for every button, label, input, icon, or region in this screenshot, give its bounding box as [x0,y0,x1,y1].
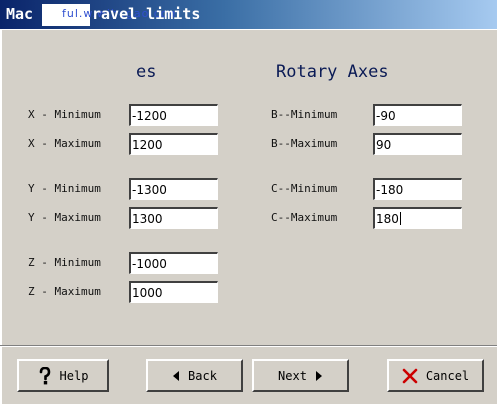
y-maximum-field[interactable]: 1300 [129,207,218,229]
y-minimum-label: Y - Minimum [28,182,101,195]
cancel-button[interactable]: Cancel [387,359,484,392]
x-minimum-field[interactable]: -1200 [129,104,218,126]
c-maximum-label: C--Maximum [271,211,338,224]
z-minimum-label: Z - Minimum [28,256,101,269]
next-button[interactable]: Next [252,359,349,392]
b-minimum-label: B--Minimum [271,108,338,121]
triangle-right-icon [315,370,323,381]
x-maximum-field[interactable]: 1200 [129,133,218,155]
cancel-button-label: Cancel [425,368,470,383]
b-maximum-field[interactable]: 90 [373,133,462,155]
help-button[interactable]: Help [17,359,109,392]
window-title-start: Mac [6,5,34,23]
window-title-end: ravel limits [92,5,201,23]
help-button-label: Help [59,368,89,383]
x-minimum-label: X - Minimum [28,108,101,121]
b-minimum-field[interactable]: -90 [373,104,462,126]
c-minimum-field[interactable]: -180 [373,178,462,200]
x-icon [402,368,418,384]
question-mark-icon [38,366,52,385]
next-button-label: Next [278,368,307,383]
z-maximum-label: Z - Maximum [28,285,101,298]
z-maximum-field[interactable]: 1000 [129,281,218,303]
x-maximum-label: X - Maximum [28,137,101,150]
button-separator-highlight [0,346,497,347]
title-bar[interactable]: Mac ful.w.wjhcgao.com ravel limits [0,0,497,29]
rotary-axes-heading: Rotary Axes [276,62,389,82]
back-button-label: Back [188,368,217,383]
b-maximum-label: B--Maximum [271,137,338,150]
back-button[interactable]: Back [146,359,243,392]
c-minimum-label: C--Minimum [271,182,338,195]
y-minimum-field[interactable]: -1300 [129,178,218,200]
y-maximum-label: Y - Maximum [28,211,101,224]
triangle-left-icon [172,370,180,381]
z-minimum-field[interactable]: -1000 [129,252,218,274]
c-maximum-field[interactable]: 180 [373,207,462,229]
linear-axes-heading: es [136,62,157,82]
